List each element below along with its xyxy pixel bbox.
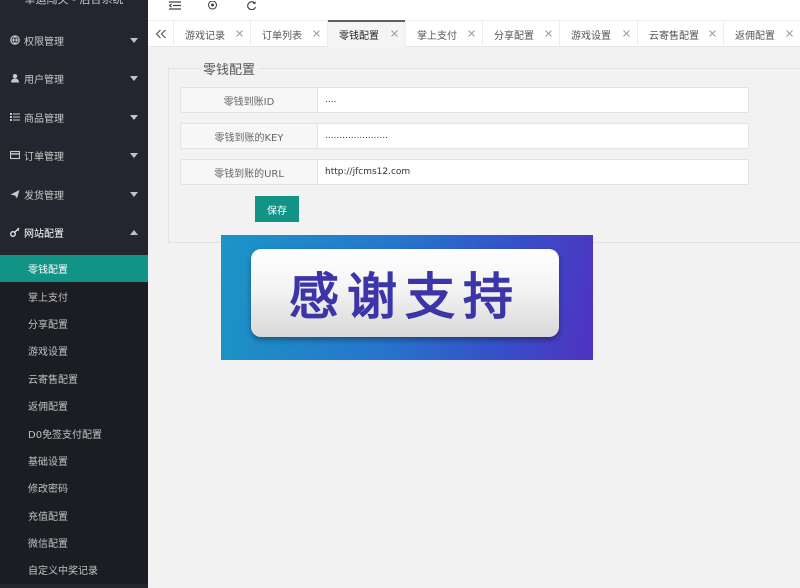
save-button[interactable]: 保存 <box>255 196 299 222</box>
field-label: 零钱到账的KEY <box>181 124 318 148</box>
sidebar-group-label: 网站配置 <box>24 228 64 240</box>
field-label: 零钱到账的URL <box>181 160 318 184</box>
tab-label: 掌上支付 <box>417 30 457 42</box>
tab-label: 游戏记录 <box>185 30 225 42</box>
sidebar-item-label: 基础设置 <box>28 456 68 468</box>
tab-label: 零钱配置 <box>339 30 379 42</box>
refresh-icon[interactable] <box>244 0 258 10</box>
banner-plate: 感谢支持 <box>251 249 559 337</box>
globe-icon <box>10 35 20 45</box>
close-icon[interactable] <box>391 30 398 37</box>
sidebar-group-products[interactable]: 商品管理 <box>0 98 148 136</box>
tab-share-config[interactable]: 分享配置 <box>483 21 560 47</box>
close-icon[interactable] <box>623 30 630 37</box>
sidebar-item-label: 修改密码 <box>28 484 68 496</box>
sidebar-item-game-settings[interactable]: 游戏设置 <box>0 337 148 364</box>
caret-down-icon <box>130 38 138 43</box>
sidebar-group-users[interactable]: 用户管理 <box>0 59 148 97</box>
close-icon[interactable] <box>786 30 793 37</box>
key-icon <box>10 227 20 237</box>
sidebar-item-wechat-config[interactable]: 微信配置 <box>0 529 148 556</box>
sidebar-group-label: 订单管理 <box>24 151 64 163</box>
card-icon <box>10 150 20 160</box>
sidebar-group-shipping[interactable]: 发货管理 <box>0 175 148 213</box>
list-icon <box>10 112 20 122</box>
theme-icon[interactable] <box>205 0 219 10</box>
user-icon <box>10 73 20 83</box>
tab-cloud-consign[interactable]: 云寄售配置 <box>638 21 724 47</box>
caret-down-icon <box>130 115 138 120</box>
sidebar-group-label: 用户管理 <box>24 74 64 86</box>
banner-text: 感谢支持 <box>289 268 521 326</box>
tab-order-list[interactable]: 订单列表 <box>251 21 328 47</box>
sidebar-group-label: 发货管理 <box>24 190 64 202</box>
sidebar-item-mobile-pay[interactable]: 掌上支付 <box>0 282 148 309</box>
tab-rebate-config[interactable]: 返佣配置 <box>724 21 800 47</box>
field-label: 零钱到账ID <box>181 88 318 112</box>
sidebar-item-wallet-config[interactable]: 零钱配置 <box>0 255 148 283</box>
sidebar-subnav: 零钱配置 掌上支付 分享配置 游戏设置 云寄售配置 返佣配置 D0免签支付配置 … <box>0 255 148 584</box>
sidebar-item-label: 自定义中奖记录 <box>28 566 98 578</box>
close-icon[interactable] <box>236 30 243 37</box>
tab-wallet-config[interactable]: 零钱配置 <box>328 20 406 47</box>
tab-mobile-pay[interactable]: 掌上支付 <box>406 21 483 47</box>
form-row-wallet-id: 零钱到账ID <box>180 87 749 113</box>
sidebar-item-label: 微信配置 <box>28 539 68 551</box>
tab-label: 分享配置 <box>494 30 534 42</box>
sidebar-item-label: 云寄售配置 <box>28 374 78 386</box>
top-header <box>148 0 800 20</box>
form-row-wallet-key: 零钱到账的KEY <box>180 123 749 149</box>
form-row-wallet-url: 零钱到账的URL <box>180 159 749 185</box>
tab-label: 游戏设置 <box>571 30 611 42</box>
tab-label: 返佣配置 <box>735 30 775 42</box>
caret-down-icon <box>130 76 138 81</box>
sidebar-item-rebate-config[interactable]: 返佣配置 <box>0 392 148 419</box>
sidebar-item-label: 掌上支付 <box>28 292 68 304</box>
sidebar-item-recharge-config[interactable]: 充值配置 <box>0 502 148 529</box>
sidebar-group-site-config[interactable]: 网站配置 <box>0 213 148 251</box>
sidebar-group-label: 商品管理 <box>24 113 64 125</box>
sidebar-item-label: 游戏设置 <box>28 347 68 359</box>
app-title: 幸运闯关 - 后台系统 <box>0 0 148 13</box>
sidebar-item-change-password[interactable]: 修改密码 <box>0 474 148 501</box>
tab-game-settings[interactable]: 游戏设置 <box>560 21 638 47</box>
close-icon[interactable] <box>468 30 475 37</box>
tab-label: 云寄售配置 <box>649 30 699 42</box>
sidebar-item-cloud-consign[interactable]: 云寄售配置 <box>0 365 148 392</box>
sidebar-item-custom-prize-log[interactable]: 自定义中奖记录 <box>0 556 148 583</box>
sidebar-item-basic-settings[interactable]: 基础设置 <box>0 447 148 474</box>
sidebar-item-label: 分享配置 <box>28 319 68 331</box>
wallet-url-field[interactable] <box>318 160 748 184</box>
sidebar-item-label: 充值配置 <box>28 511 68 523</box>
tab-game-records[interactable]: 游戏记录 <box>174 21 251 47</box>
caret-up-icon <box>130 230 138 235</box>
tab-bar: 游戏记录 订单列表 零钱配置 掌上支付 分享配置 游戏设置 云寄售配置 返佣配置 <box>148 20 800 47</box>
sidebar-item-share-config[interactable]: 分享配置 <box>0 310 148 337</box>
sidebar-group-permissions[interactable]: 权限管理 <box>0 21 148 59</box>
shrink-menu-icon[interactable] <box>168 0 182 10</box>
close-icon[interactable] <box>545 30 552 37</box>
sidebar-item-label: 返佣配置 <box>28 402 68 414</box>
wallet-key-field[interactable] <box>318 124 748 148</box>
send-icon <box>10 189 20 199</box>
close-icon[interactable] <box>313 30 320 37</box>
caret-down-icon <box>130 153 138 158</box>
sidebar-item-d0-pay[interactable]: D0免签支付配置 <box>0 419 148 446</box>
caret-down-icon <box>130 192 138 197</box>
wallet-id-field[interactable] <box>318 88 748 112</box>
thanks-banner: 感谢支持 <box>221 235 593 360</box>
sidebar-group-label: 权限管理 <box>24 36 64 48</box>
close-icon[interactable] <box>709 30 716 37</box>
fieldset-legend: 零钱配置 <box>200 59 259 78</box>
tab-label: 订单列表 <box>262 30 302 42</box>
sidebar-item-label: D0免签支付配置 <box>28 429 103 441</box>
sidebar-group-orders[interactable]: 订单管理 <box>0 136 148 174</box>
sidebar: 幸运闯关 - 后台系统 权限管理 用户管理 商品管理 订单管理 发货管理 <box>0 0 148 588</box>
sidebar-item-label: 零钱配置 <box>28 265 68 277</box>
tabs-scroll-left-icon[interactable] <box>148 21 174 47</box>
